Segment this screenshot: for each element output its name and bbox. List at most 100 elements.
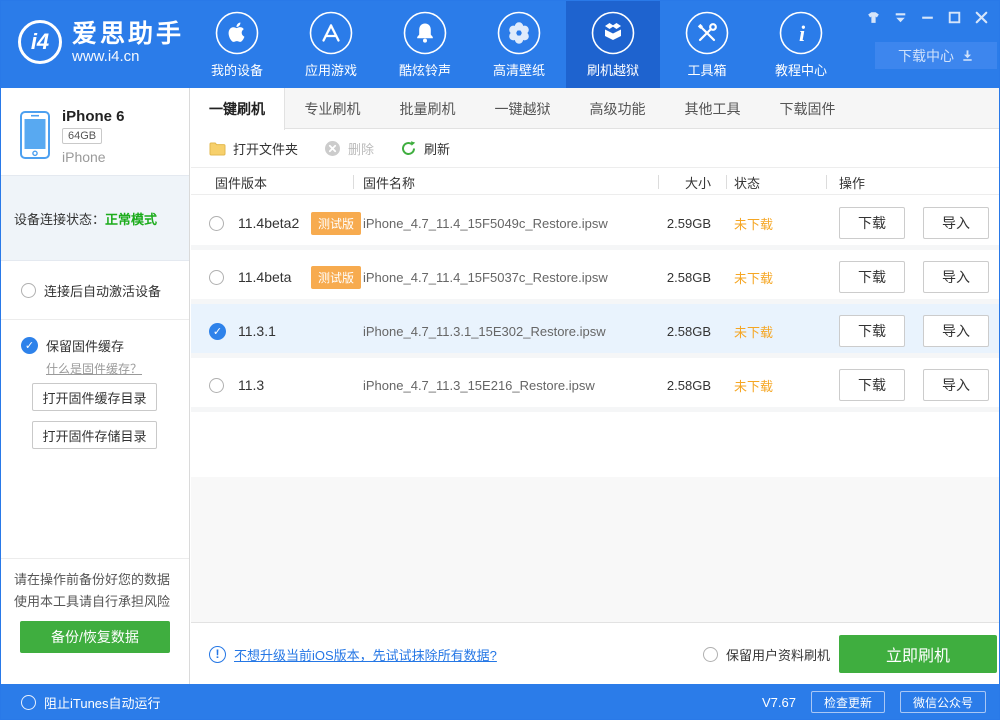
backup-restore-button[interactable]: 备份/恢复数据 (20, 621, 170, 653)
minimize-icon[interactable] (918, 8, 936, 26)
open-folder-label: 打开文件夹 (233, 139, 298, 158)
connection-status: 设备连接状态： 正常模式 (0, 175, 189, 261)
download-button[interactable]: 下载 (839, 315, 905, 347)
import-button[interactable]: 导入 (923, 315, 989, 347)
keep-cache-label: 保留固件缓存 (46, 336, 124, 355)
warning-text-line1: 请在操作前备份好您的数据 (14, 569, 170, 588)
firmware-row-selected[interactable]: ✓ 11.3.1 iPhone_4.7_11.3.1_15E302_Restor… (191, 304, 1000, 358)
cache-help-link[interactable]: 什么是固件缓存？ (46, 360, 142, 377)
tab-one-key-jailbreak[interactable]: 一键越狱 (475, 88, 570, 129)
window-controls (864, 8, 990, 26)
nav-label: 应用游戏 (305, 60, 357, 79)
nav-item-tutorials[interactable]: i 教程中心 (754, 0, 848, 88)
app-version: V7.67 (762, 695, 796, 710)
firmware-status: 未下载 (734, 304, 773, 358)
tab-advanced[interactable]: 高级功能 (570, 88, 665, 129)
auto-activate-radio[interactable] (21, 283, 36, 298)
nav-item-toolbox[interactable]: 工具箱 (660, 0, 754, 88)
info-circle-icon: ! (209, 646, 226, 663)
firmware-panel: 打开文件夹 删除 刷新 固件版本 固件名称 大小 状态 操作 11.4beta2… (191, 130, 1000, 684)
firmware-radio-checked[interactable]: ✓ (209, 323, 226, 340)
column-divider (658, 175, 659, 189)
tab-other-tools[interactable]: 其他工具 (665, 88, 760, 129)
firmware-version: 11.3 (238, 358, 264, 412)
package-icon (591, 11, 635, 55)
nav-label: 高清壁纸 (493, 60, 545, 79)
download-button[interactable]: 下载 (839, 207, 905, 239)
tab-one-key-flash[interactable]: 一键刷机 (190, 88, 285, 130)
connection-status-label: 设备连接状态： (14, 209, 105, 228)
block-itunes-label: 阻止iTunes自动运行 (44, 693, 161, 712)
tab-batch-flash[interactable]: 批量刷机 (380, 88, 475, 129)
flash-tabbar: 一键刷机 专业刷机 批量刷机 一键越狱 高级功能 其他工具 下载固件 (190, 88, 1000, 129)
maximize-icon[interactable] (945, 8, 963, 26)
firmware-version: 11.4beta2 (238, 196, 299, 250)
sidebar: iPhone 6 64GB iPhone 设备连接状态： 正常模式 连接后自动激… (0, 88, 190, 684)
connection-status-value: 正常模式 (105, 209, 157, 228)
download-button[interactable]: 下载 (839, 261, 905, 293)
nav-item-my-device[interactable]: 我的设备 (190, 0, 284, 88)
firmware-radio[interactable] (209, 270, 224, 285)
firmware-status: 未下载 (734, 358, 773, 412)
app-title: 爱思助手 (72, 20, 184, 48)
col-header-name: 固件名称 (363, 169, 415, 195)
import-button[interactable]: 导入 (923, 369, 989, 401)
close-icon[interactable] (972, 8, 990, 26)
erase-data-link[interactable]: 不想升级当前iOS版本，先试试抹除所有数据? (234, 645, 497, 664)
firmware-row[interactable]: 11.4beta 测试版 iPhone_4.7_11.4_15F5037c_Re… (191, 250, 1000, 304)
firmware-radio[interactable] (209, 378, 224, 393)
beta-badge: 测试版 (311, 266, 361, 289)
device-capacity-badge: 64GB (62, 128, 102, 144)
skin-icon[interactable] (864, 8, 882, 26)
tray-icon[interactable] (891, 8, 909, 26)
delete-icon (324, 140, 341, 157)
col-header-size: 大小 (631, 169, 711, 195)
flower-icon (497, 11, 541, 55)
tab-download-firmware[interactable]: 下载固件 (760, 88, 855, 129)
import-button[interactable]: 导入 (923, 207, 989, 239)
column-divider (726, 175, 727, 189)
iphone-icon (20, 111, 50, 162)
open-cache-dir-button[interactable]: 打开固件缓存目录 (32, 383, 157, 411)
firmware-size: 2.59GB (631, 196, 711, 250)
beta-badge: 测试版 (311, 212, 361, 235)
open-storage-dir-button[interactable]: 打开固件存储目录 (32, 421, 157, 449)
download-icon (961, 49, 974, 62)
import-button[interactable]: 导入 (923, 261, 989, 293)
svg-text:i: i (799, 21, 806, 46)
keep-user-data-radio[interactable] (703, 647, 718, 662)
open-folder-button[interactable]: 打开文件夹 (209, 139, 298, 158)
download-button[interactable]: 下载 (839, 369, 905, 401)
wechat-official-button[interactable]: 微信公众号 (900, 691, 986, 713)
col-header-status: 状态 (734, 169, 760, 195)
nav-item-ringtones[interactable]: 酷炫铃声 (378, 0, 472, 88)
download-center-button[interactable]: 下载中心 (875, 42, 997, 69)
firmware-filename: iPhone_4.7_11.4_15F5049c_Restore.ipsw (363, 196, 608, 250)
firmware-size: 2.58GB (631, 358, 711, 412)
info-icon: i (779, 11, 823, 55)
auto-activate-label: 连接后自动激活设备 (44, 281, 161, 300)
delete-button[interactable]: 删除 (324, 139, 374, 158)
apple-icon (215, 11, 259, 55)
firmware-row[interactable]: 11.4beta2 测试版 iPhone_4.7_11.4_15F5049c_R… (191, 196, 1000, 250)
firmware-filename: iPhone_4.7_11.3.1_15E302_Restore.ipsw (363, 304, 606, 358)
keep-cache-checkbox[interactable]: ✓ (21, 337, 38, 354)
auto-activate-row: 连接后自动激活设备 (0, 261, 189, 320)
firmware-filename: iPhone_4.7_11.4_15F5037c_Restore.ipsw (363, 250, 608, 304)
refresh-button[interactable]: 刷新 (400, 139, 450, 158)
column-divider (353, 175, 354, 189)
app-header: i4 爱思助手 www.i4.cn 我的设备 应用游戏 酷炫铃声 (0, 0, 1000, 88)
check-update-button[interactable]: 检查更新 (811, 691, 885, 713)
firmware-radio[interactable] (209, 216, 224, 231)
nav-item-wallpapers[interactable]: 高清壁纸 (472, 0, 566, 88)
keep-user-data-label: 保留用户资料刷机 (726, 645, 830, 664)
col-header-action: 操作 (839, 169, 865, 195)
firmware-filename: iPhone_4.7_11.3_15E216_Restore.ipsw (363, 358, 595, 412)
empty-area (191, 477, 1000, 622)
flash-now-button[interactable]: 立即刷机 (839, 635, 997, 673)
nav-item-apps-games[interactable]: 应用游戏 (284, 0, 378, 88)
nav-item-flash-jailbreak[interactable]: 刷机越狱 (566, 0, 660, 88)
tab-pro-flash[interactable]: 专业刷机 (285, 88, 380, 129)
block-itunes-radio[interactable] (21, 695, 36, 710)
firmware-row[interactable]: 11.3 iPhone_4.7_11.3_15E216_Restore.ipsw… (191, 358, 1000, 412)
